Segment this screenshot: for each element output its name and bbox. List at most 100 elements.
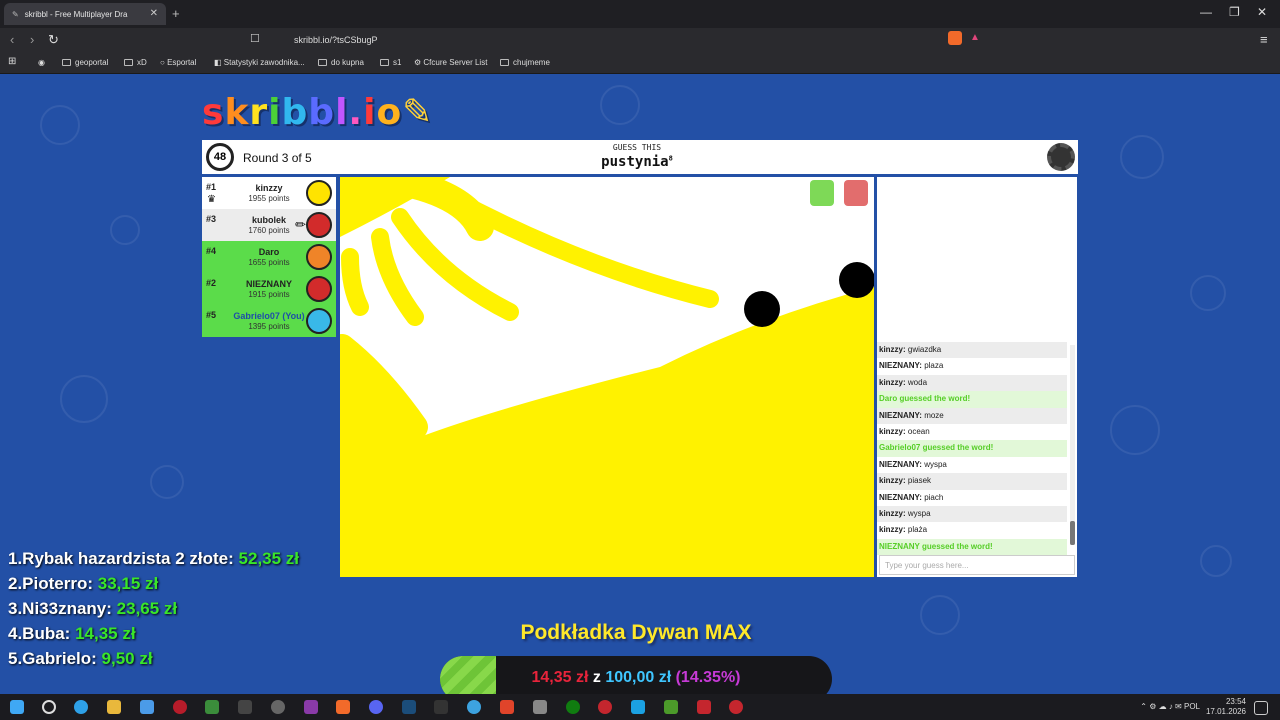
- goal-progress-text: 14,35 zł z 100,00 zł (14.35%): [531, 669, 741, 686]
- doodle: [1190, 275, 1226, 311]
- globe-icon: ◉: [38, 58, 45, 67]
- thumbs-up-icon[interactable]: [810, 180, 834, 206]
- chat-message: Gabrielo07 guessed the word!: [877, 440, 1067, 457]
- chat-text: piach: [924, 492, 944, 502]
- xbox-icon[interactable]: [566, 700, 580, 714]
- browser-tab[interactable]: ✎ skribbl - Free Multiplayer Dra ✕: [4, 3, 166, 25]
- app-icon[interactable]: [631, 700, 645, 714]
- system-tray[interactable]: ⌃ ⚙ ☁ ♪ ✉ POL: [1140, 702, 1200, 711]
- chat-panel: kinzzy: gwiazdka NIEZNANY: plaza kinzzy: w…: [877, 177, 1077, 577]
- sun-ray: [441, 188, 719, 308]
- chat-messages: kinzzy: gwiazdka NIEZNANY: plaza kinzzy: w…: [877, 342, 1067, 556]
- bookmark-statystyki[interactable]: ◧ Statystyki zawodnika...: [214, 58, 305, 67]
- minecraft-icon[interactable]: [664, 700, 678, 714]
- reload-icon[interactable]: ↻: [48, 32, 59, 48]
- brave-shield-icon[interactable]: [948, 31, 962, 45]
- chat-message: NIEZNANY: plaza: [879, 361, 944, 371]
- rewards-icon[interactable]: ▲: [970, 32, 980, 43]
- game-header: 48 Round 3 of 5 GUESS THIS pustynia8: [202, 140, 1078, 174]
- player-row[interactable]: #1 ♛ kinzzy 1955 points: [202, 177, 336, 209]
- guess-label: GUESS THIS: [612, 143, 662, 152]
- app-icon[interactable]: [173, 700, 187, 714]
- leaderboard-entry: 3.Ni33znany: 23,65 zł: [8, 599, 178, 618]
- app-icon[interactable]: [205, 700, 219, 714]
- black-dot: [744, 291, 780, 327]
- forward-icon[interactable]: ›: [30, 32, 34, 47]
- minimize-icon[interactable]: —: [1200, 5, 1212, 19]
- chat-scrollbar-thumb[interactable]: [1070, 521, 1075, 545]
- back-icon[interactable]: ‹: [10, 32, 14, 47]
- epic-icon[interactable]: [434, 700, 448, 714]
- chat-user: NIEZNANY: [879, 361, 920, 371]
- discord-icon[interactable]: [369, 700, 383, 714]
- chat-user: NIEZNANY: [879, 410, 920, 420]
- thumbs-down-icon[interactable]: [844, 180, 869, 206]
- doodle: [1120, 135, 1164, 179]
- bookmark-icon[interactable]: ☐: [250, 32, 260, 45]
- app-icon[interactable]: [140, 700, 154, 714]
- start-icon[interactable]: [10, 700, 24, 714]
- explorer-icon[interactable]: [107, 700, 121, 714]
- chat-user: kinzzy: [879, 525, 904, 535]
- bookmark-s1[interactable]: s1: [380, 58, 401, 67]
- player-row[interactable]: #4 Daro 1655 points: [202, 241, 336, 273]
- player-row[interactable]: #3 kubolek 1760 points ✏: [202, 209, 336, 241]
- language-indicator: POL: [1183, 702, 1200, 711]
- bookmark-cfcure[interactable]: ⚙ Cfcure Server List: [414, 58, 487, 67]
- bookmark-geoportal[interactable]: geoportal: [62, 58, 108, 67]
- notifications-icon[interactable]: [1254, 701, 1268, 715]
- player-avatar: [306, 308, 332, 334]
- search-icon[interactable]: [42, 700, 56, 714]
- app-icon[interactable]: [238, 700, 252, 714]
- chat-input[interactable]: Type your guess here...: [879, 555, 1075, 575]
- app-icon[interactable]: [304, 700, 318, 714]
- leaderboard-entry: 2.Pioterro: 33,15 zł: [8, 574, 159, 593]
- bookmark-xd[interactable]: xD: [124, 58, 147, 67]
- edge-icon[interactable]: [74, 700, 88, 714]
- app-icon[interactable]: [598, 700, 612, 714]
- player-row[interactable]: #2 NIEZNANY 1915 points: [202, 273, 336, 305]
- app-icon[interactable]: [467, 700, 481, 714]
- app-icon[interactable]: [697, 700, 711, 714]
- apps-icon[interactable]: ⊞: [8, 56, 16, 67]
- player-avatar: [306, 244, 332, 270]
- system-clock[interactable]: 23:54 17.01.2026: [1206, 697, 1246, 717]
- app-icon[interactable]: [500, 700, 514, 714]
- bookmark-chujmeme[interactable]: chujmeme: [500, 58, 550, 67]
- steam-icon[interactable]: [402, 700, 416, 714]
- chat-message: NIEZNANY: wyspa: [879, 459, 947, 469]
- chat-text: piasek: [907, 476, 932, 486]
- drawing-canvas[interactable]: [340, 177, 874, 577]
- maximize-icon[interactable]: ❐: [1229, 5, 1240, 19]
- app-icon[interactable]: [729, 700, 743, 714]
- chat-text: plaża: [907, 525, 928, 535]
- chat-message: kinzzy: woda: [877, 374, 1067, 392]
- new-tab-button[interactable]: +: [172, 6, 180, 21]
- chat-text: wyspa: [924, 459, 947, 469]
- close-tab-icon[interactable]: ✕: [150, 8, 158, 19]
- doodle: [110, 215, 140, 245]
- player-row[interactable]: #5 Gabrielo07 (You) 1395 points: [202, 305, 336, 337]
- menu-icon[interactable]: ≡: [1260, 32, 1268, 47]
- doodle: [40, 105, 80, 145]
- settings-gear-icon[interactable]: [1047, 143, 1075, 171]
- close-window-icon[interactable]: ✕: [1257, 5, 1267, 19]
- app-icon[interactable]: [533, 700, 547, 714]
- url-field[interactable]: skribbl.io/?tsCSbugP: [270, 31, 990, 49]
- bookmark-do-kupna[interactable]: do kupna: [318, 58, 364, 67]
- doodle: [1110, 405, 1160, 455]
- app-icon[interactable]: [271, 700, 285, 714]
- chat-user: kinzzy: [879, 345, 904, 354]
- bookmark-esportal[interactable]: ○ Esportal: [160, 58, 196, 67]
- doodle: [600, 85, 640, 125]
- player-avatar: [306, 212, 332, 238]
- chat-text: woda: [907, 377, 928, 387]
- player-points: 1395 points: [248, 322, 290, 331]
- chat-message: NIEZNANY: piach: [879, 492, 944, 502]
- player-rank: #3: [206, 214, 217, 224]
- doodle: [60, 375, 108, 423]
- doodle: [1200, 545, 1232, 577]
- player-rank: #2: [206, 278, 217, 288]
- chat-scrollbar[interactable]: [1070, 345, 1075, 545]
- brave-icon[interactable]: [336, 700, 350, 714]
